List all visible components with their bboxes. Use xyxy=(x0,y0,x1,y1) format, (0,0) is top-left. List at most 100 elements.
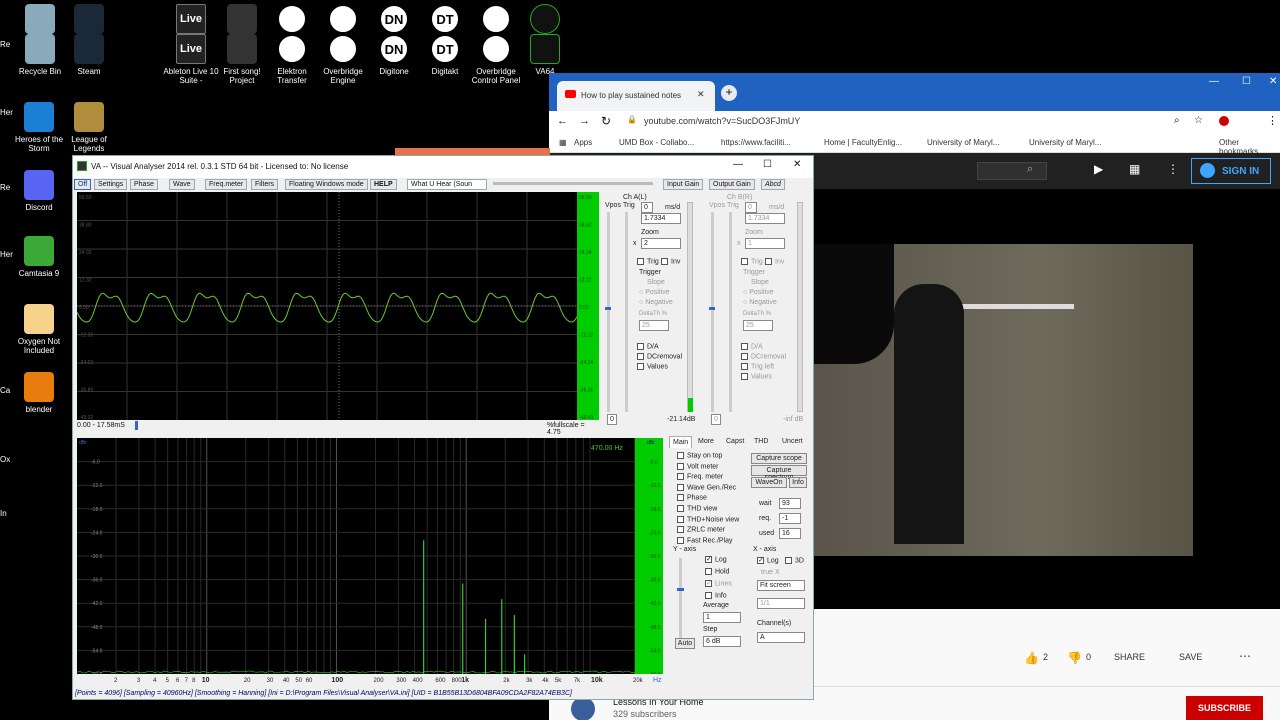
delta-field[interactable]: 25 xyxy=(639,320,669,331)
negative-radio[interactable]: ○ Negative xyxy=(743,299,777,306)
bookmark-umd-1[interactable]: University of Maryl... xyxy=(927,138,999,147)
apps-grid-icon[interactable]: ▦ xyxy=(1129,162,1140,176)
used-field[interactable]: 16 xyxy=(779,528,801,539)
y-axis-slider[interactable] xyxy=(679,558,682,648)
positive-radio[interactable]: ○ Positive xyxy=(639,289,670,296)
info-button[interactable]: Info xyxy=(789,477,807,488)
filters-button[interactable]: Filters xyxy=(251,179,278,190)
negative-radio[interactable]: ○ Negative xyxy=(639,299,673,306)
fit-screen-select[interactable]: Fit screen xyxy=(757,580,805,591)
output-gain-button[interactable]: Output Gain xyxy=(709,179,755,190)
trig-slider[interactable] xyxy=(729,212,732,412)
desktop-icon-steam[interactable]: Steam xyxy=(59,34,119,76)
main-checkbox[interactable]: Stay on top xyxy=(677,452,722,459)
vpos-thumb[interactable] xyxy=(605,307,611,310)
input-level-slider[interactable] xyxy=(493,182,653,185)
search-icon[interactable]: ⌕ xyxy=(1174,115,1180,126)
y-info-checkbox[interactable]: Info xyxy=(705,592,727,599)
input-gain-button[interactable]: Input Gain xyxy=(663,179,703,190)
delta-field[interactable]: 25 xyxy=(743,320,773,331)
waveon-button[interactable]: WaveOn xyxy=(751,477,787,488)
desktop-icon-va[interactable]: VA64 xyxy=(515,34,575,76)
lines-checkbox[interactable]: Lines xyxy=(705,580,732,587)
tab-capst[interactable]: Capst xyxy=(723,436,747,448)
bookmark-faculty[interactable]: Home | FacultyEnlig... xyxy=(824,138,902,147)
desktop-icon-blender[interactable]: blender xyxy=(9,372,69,414)
main-checkbox[interactable]: Phase xyxy=(677,494,707,501)
inv-checkbox[interactable]: Inv xyxy=(661,258,680,265)
trig-left-checkbox[interactable]: Trig left xyxy=(741,363,774,370)
wave-button[interactable]: Wave xyxy=(169,179,195,190)
dc-removal-checkbox[interactable]: DCremoval xyxy=(741,353,786,360)
va-minimize-icon[interactable]: — xyxy=(733,159,743,170)
ratio-select[interactable]: 1/1 xyxy=(757,598,805,609)
tab-thd[interactable]: THD xyxy=(751,436,771,448)
auto-button[interactable]: Auto xyxy=(675,638,695,649)
req-field[interactable]: -1 xyxy=(779,513,801,524)
tab-main[interactable]: Main xyxy=(669,436,692,448)
maximize-icon[interactable]: ☐ xyxy=(1242,76,1251,87)
values-checkbox[interactable]: Values xyxy=(741,373,772,380)
zero-field[interactable]: 0 xyxy=(711,414,721,425)
y-log-checkbox[interactable]: Log xyxy=(705,556,727,563)
tab-uncert[interactable]: Uncert xyxy=(779,436,806,448)
zero-field[interactable]: 0 xyxy=(607,414,617,425)
capture-scope-button[interactable]: Capture scope xyxy=(751,453,807,464)
dislike-icon[interactable]: 👎 xyxy=(1067,651,1082,665)
apps-icon[interactable]: ▦ xyxy=(559,138,567,147)
bookmark-apps[interactable]: Apps xyxy=(574,138,592,147)
step-select[interactable]: 6 dB xyxy=(703,636,741,647)
settings-button[interactable]: Settings xyxy=(94,179,127,190)
channel-value-field[interactable]: 0 xyxy=(641,202,653,213)
freq-meter-button[interactable]: Freq.meter xyxy=(205,179,247,190)
main-checkbox[interactable]: ZRLC meter xyxy=(677,526,725,533)
desktop-icon-discord[interactable]: Discord xyxy=(9,170,69,212)
input-device-select[interactable]: What U Hear (Soun xyxy=(407,179,487,190)
va-maximize-icon[interactable]: ☐ xyxy=(763,159,772,170)
inv-checkbox[interactable]: Inv xyxy=(765,258,784,265)
desktop-icon-oxygen[interactable]: Oxygen Not Included xyxy=(9,304,69,355)
url-field[interactable]: youtube.com/watch?v=SucDO3FJmUY xyxy=(644,116,800,126)
forward-icon[interactable]: → xyxy=(579,115,590,127)
video-camera-icon[interactable]: ▶ xyxy=(1094,162,1103,176)
channel-value-field[interactable]: 0 xyxy=(745,202,757,213)
more-icon[interactable]: ⋯ xyxy=(1239,649,1251,663)
zoom-field[interactable]: 1 xyxy=(745,238,785,249)
da-checkbox[interactable]: D/A xyxy=(741,343,763,350)
scroll-thumb[interactable] xyxy=(135,421,138,430)
channel-avatar[interactable] xyxy=(571,697,595,720)
desktop-icon-camtasia[interactable]: Camtasia 9 xyxy=(9,236,69,278)
star-icon[interactable]: ☆ xyxy=(1194,115,1203,126)
va-close-icon[interactable]: ✕ xyxy=(793,159,801,170)
extension-icon[interactable] xyxy=(1219,116,1229,126)
scope-scrollbar[interactable]: 0.00 - 17.58mS %fullscale = 4.75 xyxy=(77,420,599,432)
tab-more[interactable]: More xyxy=(695,436,717,448)
desktop-icon-partial[interactable] xyxy=(515,4,575,37)
average-select[interactable]: 1 xyxy=(703,612,741,623)
main-checkbox[interactable]: THD+Noise view xyxy=(677,516,739,523)
phase-button[interactable]: Phase xyxy=(130,179,158,190)
share-button[interactable]: SHARE xyxy=(1114,652,1145,662)
desktop-icon-partial[interactable] xyxy=(59,4,119,37)
search-button[interactable] xyxy=(977,162,1047,180)
oscilloscope-view[interactable]: 59.50 38.80 24.02 12.32 0.00 -12.32 -24.03 -36.… xyxy=(77,192,599,432)
values-checkbox[interactable]: Values xyxy=(637,363,668,370)
x-log-checkbox[interactable]: Log xyxy=(757,557,779,564)
like-icon[interactable]: 👍 xyxy=(1024,651,1039,665)
minimize-icon[interactable]: — xyxy=(1209,76,1219,87)
help-button[interactable]: HELP xyxy=(370,179,397,190)
bookmark-facilities[interactable]: https://www.faciliti... xyxy=(721,138,791,147)
capture-spectrum-button[interactable]: Capture spectrum xyxy=(751,465,807,476)
desktop-icon-league[interactable]: League of Legends xyxy=(59,102,119,153)
tab-close-icon[interactable]: ✕ xyxy=(697,89,705,100)
bookmark-umd-box[interactable]: UMD Box - Collabo... xyxy=(619,138,694,147)
zoom-field[interactable]: 2 xyxy=(641,238,681,249)
wait-field[interactable]: 93 xyxy=(779,498,801,509)
save-button[interactable]: SAVE xyxy=(1179,652,1202,662)
close-icon[interactable]: ✕ xyxy=(1269,76,1277,87)
main-checkbox[interactable]: Fast Rec./Play xyxy=(677,537,733,544)
da-checkbox[interactable]: D/A xyxy=(637,343,659,350)
bookmark-umd-2[interactable]: University of Maryl... xyxy=(1029,138,1101,147)
main-checkbox[interactable]: Wave Gen./Rec xyxy=(677,484,736,491)
video-player[interactable] xyxy=(814,189,1280,609)
